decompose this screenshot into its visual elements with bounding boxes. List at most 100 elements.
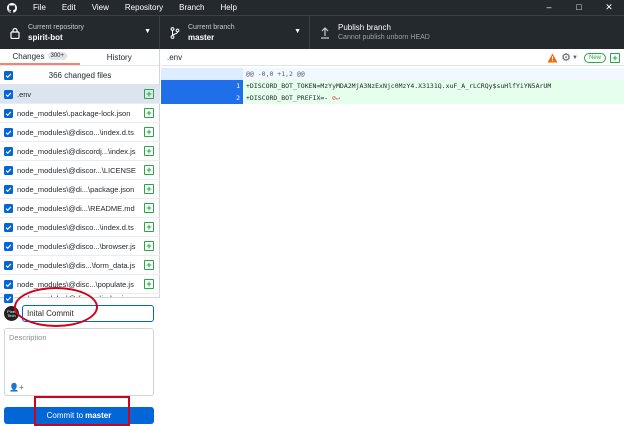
current-repository-button[interactable]: Current repository spirit-bot ▼ xyxy=(0,16,160,50)
list-item[interactable]: node_modules\@discordj...\index.js + xyxy=(0,142,160,161)
file-added-icon: + xyxy=(144,184,154,194)
new-line-gutter xyxy=(203,68,243,80)
old-line-gutter xyxy=(161,68,203,80)
menu-bar: File Edit View Repository Branch Help xyxy=(25,0,245,15)
list-item[interactable]: node_modules\.package-lock.json + xyxy=(0,104,160,123)
github-logo-icon xyxy=(4,0,19,15)
file-checkbox[interactable] xyxy=(4,165,13,175)
diff-hunk-header[interactable]: @@ -0,0 +1,2 @@ xyxy=(161,68,624,80)
file-added-icon: + xyxy=(144,89,154,99)
file-checkbox[interactable] xyxy=(4,184,13,194)
list-item[interactable]: node_modules\@di...\README.md + xyxy=(0,199,160,218)
changed-files-header: 366 changed files xyxy=(0,66,159,85)
list-item[interactable]: node_modules\@disco...\index.d.ts + xyxy=(0,218,160,237)
file-name: node_modules\@disco...\browser.js xyxy=(17,241,136,251)
file-added-icon: + xyxy=(144,146,154,156)
annotation-circle xyxy=(14,287,98,327)
menu-branch[interactable]: Branch xyxy=(171,0,212,15)
upload-icon xyxy=(316,27,334,39)
diff-line[interactable]: 1 +DISCORD_BOT_TOKEN=MzYyMDA2MjA3NzExNjc… xyxy=(161,80,624,92)
window-controls: – □ ✕ xyxy=(534,0,624,15)
file-checkbox[interactable] xyxy=(4,89,13,99)
file-added-icon: + xyxy=(144,279,154,289)
list-item[interactable]: node_modules\@dis...\form_data.js + xyxy=(0,256,160,275)
file-name: node_modules\@disco...\index.d.ts xyxy=(17,222,134,232)
menu-file[interactable]: File xyxy=(25,0,54,15)
publish-branch-button[interactable]: Publish branch Cannot publish unborn HEA… xyxy=(310,16,460,50)
file-name: node_modules\@dis...\form_data.js xyxy=(17,260,136,270)
file-checkbox[interactable] xyxy=(4,241,13,251)
tab-history-label: History xyxy=(106,52,132,62)
chevron-down-icon[interactable]: ▼ xyxy=(572,55,578,61)
file-checkbox[interactable] xyxy=(4,279,13,289)
diff-line[interactable]: 2 +DISCORD_BOT_PREFIX=- ⊘↵ xyxy=(161,92,624,104)
repo-name: spirit-bot xyxy=(28,33,63,42)
file-added-icon: + xyxy=(144,260,154,270)
close-icon[interactable]: ✕ xyxy=(594,0,624,15)
new-line-number: 2 xyxy=(203,92,243,104)
gear-icon[interactable]: ⚙ xyxy=(561,51,571,64)
menu-view[interactable]: View xyxy=(84,0,117,15)
current-branch-button[interactable]: Current branch master ▼ xyxy=(160,16,310,50)
list-item[interactable]: .env + xyxy=(0,85,160,104)
file-added-icon: + xyxy=(144,222,154,232)
menu-edit[interactable]: Edit xyxy=(54,0,84,15)
chevron-down-icon: ▼ xyxy=(144,28,151,35)
branch-icon xyxy=(166,27,184,39)
file-name: node_modules\@discor...\LICENSE xyxy=(17,165,136,175)
file-name: .env xyxy=(17,89,32,99)
file-checkbox[interactable] xyxy=(4,108,13,118)
branch-name: master xyxy=(188,33,215,42)
warning-icon[interactable] xyxy=(546,52,558,64)
file-added-icon: + xyxy=(144,203,154,213)
publish-label: Publish branch xyxy=(338,23,391,32)
menu-repository[interactable]: Repository xyxy=(117,0,171,15)
file-list: .env + node_modules\.package-lock.json +… xyxy=(0,85,160,304)
select-all-checkbox[interactable] xyxy=(4,70,13,80)
new-file-badge: New xyxy=(583,52,606,63)
changed-files-count: 366 changed files xyxy=(48,70,112,80)
list-item[interactable]: node_modules\@disco...\index.d.ts + xyxy=(0,123,160,142)
diff-header: .env ⚙ ▼ New + xyxy=(161,49,624,66)
minimize-icon[interactable]: – xyxy=(534,0,564,15)
diff-view: @@ -0,0 +1,2 @@ 1 +DISCORD_BOT_TOKEN=MzY… xyxy=(161,66,624,426)
list-item[interactable]: node_modules\@di...\package.json + xyxy=(0,180,160,199)
no-newline-icon: ⊘↵ xyxy=(332,94,340,102)
file-name: node_modules\.package-lock.json xyxy=(17,108,131,118)
new-line-number: 1 xyxy=(203,80,243,92)
file-name: node_modules\@di...\package.json xyxy=(17,184,135,194)
file-added-icon: + xyxy=(144,165,154,175)
file-checkbox[interactable] xyxy=(4,203,13,213)
toolbar: Current repository spirit-bot ▼ Current … xyxy=(0,15,624,50)
menu-help[interactable]: Help xyxy=(213,0,245,15)
file-added-icon: + xyxy=(144,241,154,251)
lock-icon xyxy=(6,27,24,39)
branch-label: Current branch xyxy=(188,24,235,31)
list-item[interactable]: node_modules\@disco...\browser.js + xyxy=(0,237,160,256)
commit-description-field[interactable]: Description 👤+ xyxy=(4,328,154,396)
tab-changes[interactable]: Changes 300+ xyxy=(0,49,80,65)
old-line-gutter xyxy=(161,80,203,92)
publish-subtext: Cannot publish unborn HEAD xyxy=(338,34,430,41)
file-checkbox[interactable] xyxy=(4,294,13,303)
diff-tools: ⚙ ▼ New + xyxy=(546,51,620,64)
add-coauthor-icon[interactable]: 👤+ xyxy=(9,383,24,392)
changes-count-badge: 300+ xyxy=(47,52,68,60)
diff-line-text: +DISCORD_BOT_TOKEN=MzYyMDA2MjA3NzExNjc0M… xyxy=(246,82,552,90)
file-name: node_modules\@di...\README.md xyxy=(17,203,135,213)
file-name: node_modules\@disco...\index.d.ts xyxy=(17,127,134,137)
title-bar: File Edit View Repository Branch Help – … xyxy=(0,0,624,15)
diff-file-path: .env xyxy=(167,52,183,62)
list-item[interactable]: node_modules\@discor...\LICENSE + xyxy=(0,161,160,180)
tab-history[interactable]: History xyxy=(80,49,160,65)
maximize-icon[interactable]: □ xyxy=(564,0,594,15)
file-checkbox[interactable] xyxy=(4,222,13,232)
file-checkbox[interactable] xyxy=(4,260,13,270)
file-added-icon: + xyxy=(610,52,620,63)
tab-changes-label: Changes xyxy=(12,51,45,61)
file-added-icon: + xyxy=(144,127,154,137)
description-placeholder: Description xyxy=(9,333,47,342)
annotation-rectangle xyxy=(34,396,130,426)
file-checkbox[interactable] xyxy=(4,146,13,156)
file-checkbox[interactable] xyxy=(4,127,13,137)
